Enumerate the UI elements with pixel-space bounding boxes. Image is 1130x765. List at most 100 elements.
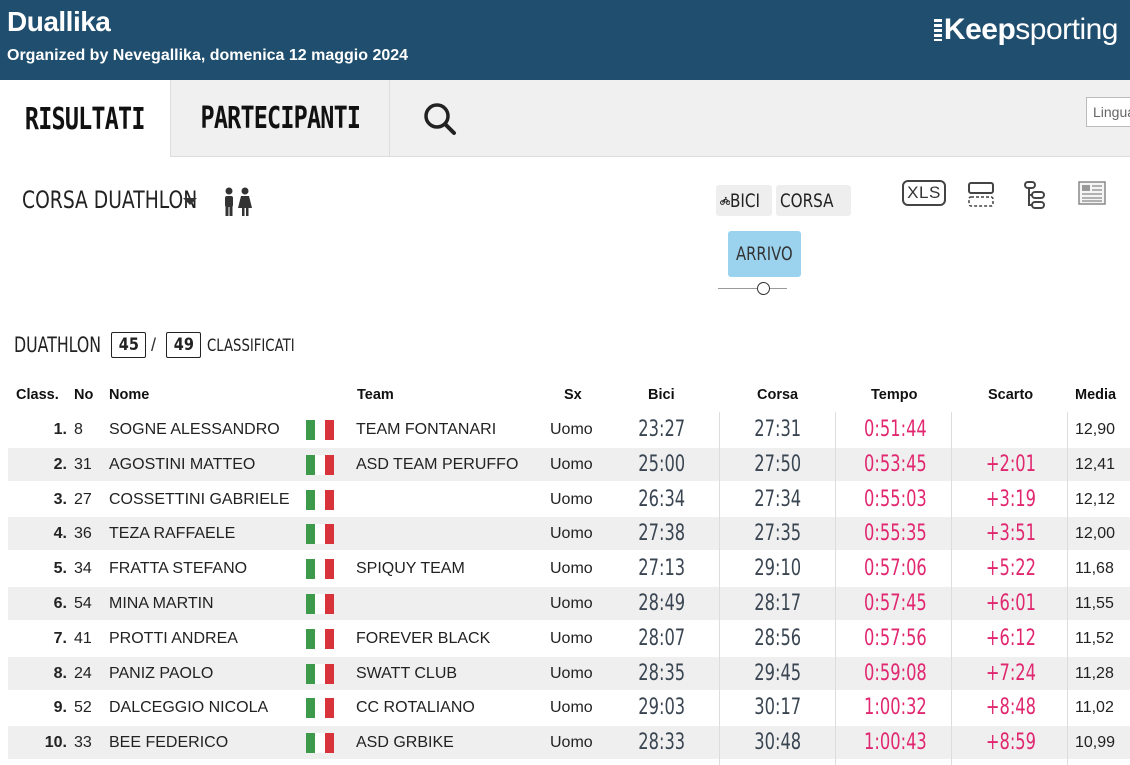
cell-no: 27 — [74, 490, 92, 508]
split-bici-button[interactable]: BICI — [716, 185, 772, 216]
column-header-media[interactable]: Media — [1075, 387, 1116, 403]
table-row[interactable]: 10. 33 BEE FEDERICO ASD GRBIKE Uomo 28:3… — [8, 726, 1130, 760]
cell-class: 1. — [53, 421, 67, 438]
cell-corsa: 30:48 — [754, 730, 802, 756]
cell-bici: 25:00 — [638, 451, 686, 477]
split-corsa-button[interactable]: CORSA — [776, 185, 851, 216]
cell-no: 31 — [74, 455, 92, 473]
cell-team: CC ROTALIANO — [356, 699, 475, 717]
cell-team: SPIQUY TEAM — [356, 560, 465, 578]
cell-nome[interactable]: BEE FEDERICO — [109, 726, 228, 759]
cell-nome[interactable]: DALCEGGIO NICOLA — [109, 691, 268, 724]
cell-no: 33 — [74, 734, 92, 752]
cell-nome[interactable]: TEZA RAFFAELE — [109, 517, 235, 550]
cell-media: 12,41 — [1075, 455, 1116, 473]
cell-scarto: +6:01 — [985, 591, 1036, 616]
cell-media: 12,12 — [1075, 490, 1116, 508]
race-selector[interactable]: CORSA DUATHLON — [22, 184, 247, 216]
cell-bici: 27:13 — [638, 556, 686, 582]
xls-icon: XLS — [907, 183, 941, 202]
cell-sx: Uomo — [550, 421, 593, 438]
search-button[interactable] — [390, 80, 490, 157]
checkpoint-slider-handle[interactable] — [757, 282, 771, 295]
column-header-tempo[interactable]: Tempo — [871, 387, 917, 403]
column-header-bici[interactable]: Bici — [648, 387, 675, 403]
logo-mark-icon — [933, 19, 942, 41]
language-select[interactable]: Lingua — [1086, 97, 1130, 127]
cell-no: 36 — [74, 525, 92, 543]
cell-scarto: +3:19 — [985, 486, 1036, 512]
tab-partecipanti[interactable]: PARTECIPANTI — [170, 80, 390, 157]
cell-class: 4. — [53, 525, 67, 543]
cell-team: FOREVER BLACK — [356, 629, 491, 647]
column-header-nome[interactable]: Nome — [109, 387, 149, 403]
results-table-header: Class. No Nome Team Sx Bici Corsa Tempo … — [0, 387, 1130, 407]
cell-sx: Uomo — [550, 664, 593, 682]
italy-flag-icon — [306, 594, 334, 614]
cell-nome[interactable]: FRATTA STEFANO — [109, 552, 247, 585]
italy-flag-icon — [306, 454, 334, 475]
chevron-down-icon[interactable] — [183, 198, 197, 205]
cell-no: 34 — [74, 560, 92, 578]
cell-nome[interactable]: PROTTI ANDREA — [109, 622, 238, 655]
cell-team: ASD GRBIKE — [356, 734, 454, 752]
italy-flag-icon — [306, 420, 334, 440]
cell-tempo: 0:59:08 — [863, 660, 927, 686]
table-row[interactable]: 4. 36 TEZA RAFFAELE Uomo 27:38 27:35 0:5… — [8, 517, 1130, 551]
cell-media: 11,02 — [1075, 699, 1114, 717]
table-row[interactable]: 2. 31 AGOSTINI MATTEO ASD TEAM PERUFFO U… — [8, 447, 1130, 481]
cell-tempo: 0:53:45 — [863, 451, 927, 477]
cell-no: 24 — [74, 664, 92, 682]
cell-scarto: +7:24 — [985, 660, 1036, 686]
checkpoint-slider-track[interactable] — [718, 288, 787, 289]
cell-bici: 28:07 — [638, 625, 686, 651]
cell-media: 11,28 — [1075, 664, 1114, 682]
couple-icon[interactable] — [220, 187, 254, 217]
tab-risultati[interactable]: RISULTATI — [0, 80, 170, 158]
table-row[interactable]: 1. 8 SOGNE ALESSANDRO TEAM FONTANARI Uom… — [8, 413, 1130, 446]
cell-sx: Uomo — [550, 455, 593, 473]
italy-flag-icon — [306, 663, 334, 684]
column-divider — [1067, 412, 1068, 765]
cell-media: 12,90 — [1075, 421, 1116, 438]
count-separator: / — [151, 335, 157, 355]
bike-icon — [720, 196, 731, 205]
cell-class: 3. — [53, 490, 67, 508]
table-row[interactable]: 9. 52 DALCEGGIO NICOLA CC ROTALIANO Uomo… — [8, 691, 1130, 724]
cell-tempo: 0:55:03 — [863, 486, 927, 512]
table-row[interactable]: 3. 27 COSSETTINI GABRIELE Uomo 26:34 27:… — [8, 483, 1130, 516]
cell-nome[interactable]: MINA MARTIN — [109, 587, 214, 620]
column-header-corsa[interactable]: Corsa — [757, 387, 798, 403]
cell-scarto: +3:51 — [985, 521, 1036, 547]
keepsporting-logo[interactable]: Keepsporting — [933, 13, 1118, 47]
cell-tempo: 1:00:32 — [863, 695, 927, 721]
cell-team: ASD TEAM PERUFFO — [356, 455, 519, 473]
cell-nome[interactable]: AGOSTINI MATTEO — [109, 448, 255, 481]
column-header-sx[interactable]: Sx — [564, 387, 582, 403]
newspaper-icon[interactable] — [1078, 181, 1106, 205]
italy-flag-icon — [306, 698, 334, 719]
tree-view-icon[interactable] — [1023, 180, 1049, 210]
column-header-team[interactable]: Team — [357, 387, 394, 403]
cell-sx: Uomo — [550, 629, 593, 647]
column-header-class[interactable]: Class. — [16, 387, 59, 403]
cell-no: 8 — [74, 421, 83, 438]
column-header-scarto[interactable]: Scarto — [988, 387, 1033, 403]
cell-scarto: +2:01 — [985, 451, 1036, 477]
cell-nome[interactable]: COSSETTINI GABRIELE — [109, 483, 289, 516]
cell-nome[interactable]: PANIZ PAOLO — [109, 657, 213, 690]
cell-nome[interactable]: SOGNE ALESSANDRO — [109, 413, 280, 446]
cell-tempo: 0:57:06 — [863, 556, 927, 582]
cell-scarto: +8:59 — [985, 730, 1036, 756]
cell-tempo: 0:57:45 — [863, 591, 927, 616]
table-row[interactable]: 7. 41 PROTTI ANDREA FOREVER BLACK Uomo 2… — [8, 622, 1130, 655]
cell-sx: Uomo — [550, 490, 593, 508]
column-header-no[interactable]: No — [74, 387, 93, 403]
table-row[interactable]: 6. 54 MINA MARTIN Uomo 28:49 28:17 0:57:… — [8, 587, 1130, 620]
table-row[interactable]: 8. 24 PANIZ PAOLO SWATT CLUB Uomo 28:35 … — [8, 656, 1130, 690]
table-row[interactable]: 5. 34 FRATTA STEFANO SPIQUY TEAM Uomo 27… — [8, 552, 1130, 585]
cards-view-icon[interactable] — [967, 181, 995, 209]
cell-sx: Uomo — [550, 595, 593, 612]
export-xls-button[interactable]: XLS — [902, 180, 946, 206]
checkpoint-arrivo-button[interactable]: ARRIVO — [728, 231, 801, 277]
